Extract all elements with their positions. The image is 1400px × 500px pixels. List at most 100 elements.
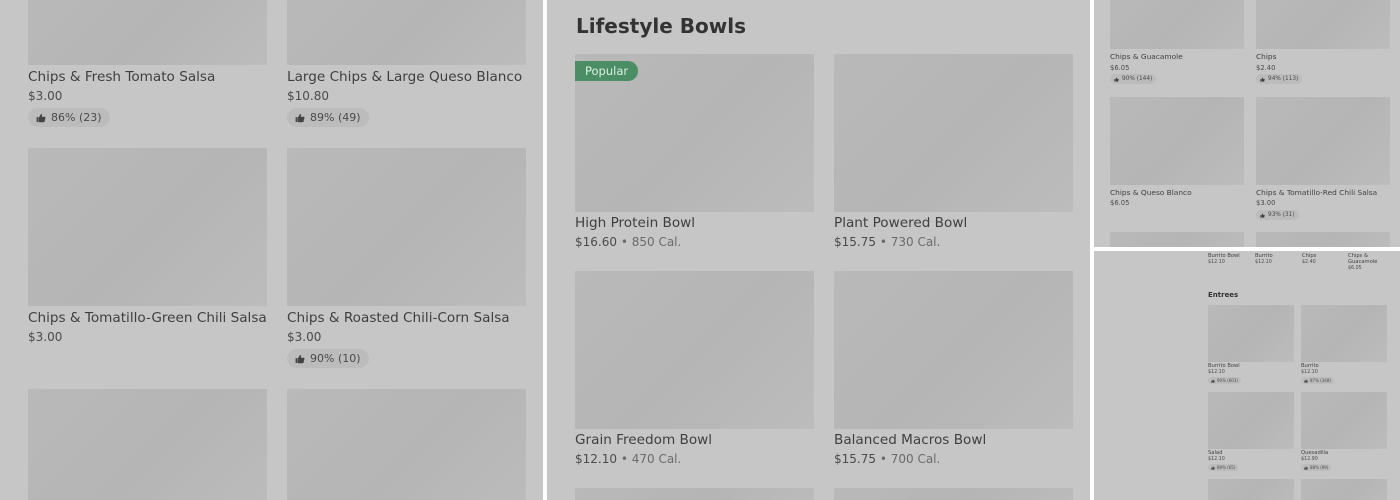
rating-text: 93% (31) [1268,212,1295,218]
menu-item-image[interactable] [834,271,1073,429]
menu-item-price: $12.10 [1208,260,1225,265]
rating-pill: 87% (348) [1301,377,1334,384]
rating-text: 90% (10) [310,352,361,365]
thumbs-up-icon [1304,465,1308,470]
menu-item-image[interactable] [1208,305,1294,362]
rating-pill: 89% (49) [287,108,369,127]
rating-pill: 90% (603) [1208,377,1241,384]
menu-item-image[interactable] [575,271,814,429]
menu-item-title[interactable]: Balanced Macros Bowl [834,432,986,448]
thumbs-up-icon [1260,77,1265,82]
rating-pill: 89% (65) [1208,464,1239,471]
menu-item-title[interactable]: Grain Freedom Bowl [575,432,712,448]
popular-badge: Popular [575,61,639,81]
menu-item-title[interactable]: Salad [1208,450,1222,456]
divider [1094,247,1400,251]
menu-item-image[interactable] [28,148,267,306]
menu-item-price: $3.00 [28,330,63,344]
rating-pill: 86% (23) [28,108,110,127]
rating-pill: 93% (31) [1256,210,1299,220]
menu-item-image[interactable] [1208,479,1294,500]
screenshot-collage: Chips & Fresh Tomato Salsa $3.00 86% (23… [0,0,1400,500]
menu-item-title[interactable]: Burrito [1255,253,1273,259]
menu-item-image[interactable] [28,0,267,65]
bottom-right-preview-panel: Burrito Bowl $12.10 Burrito $12.10 Chips… [1094,251,1400,500]
menu-item-price: $12.10 [1208,370,1225,375]
menu-item-title[interactable]: Chips [1302,253,1316,259]
price-calories-line: $12.10 • 470 Cal. [575,452,681,466]
rating-text: 94% (113) [1268,76,1299,82]
menu-item-title[interactable]: High Protein Bowl [575,215,695,231]
calories: 470 Cal. [631,452,682,466]
section-title: Lifestyle Bowls [576,14,746,38]
top-right-preview-panel: Chips & Guacamole $6.05 90% (144) Chips … [1094,0,1400,247]
menu-item-image[interactable] [1301,305,1387,362]
separator-dot: • [879,235,887,249]
section-title: Entrees [1208,291,1239,299]
menu-item-title[interactable]: Burrito Bowl [1208,363,1240,369]
rating-text: 89% (49) [310,111,361,124]
menu-item-price: $15.75 [834,235,876,249]
thumbs-up-icon [36,113,46,123]
menu-item-price: $12.10 [1301,370,1318,375]
menu-item-price: $2.40 [1256,64,1276,72]
lifestyle-bowls-panel: Lifestyle Bowls Popular High Protein Bow… [547,0,1090,500]
calories: 730 Cal. [890,235,941,249]
rating-text: 87% (348) [1310,378,1331,383]
menu-item-title[interactable]: Burrito Bowl [1208,253,1240,259]
rating-pill: 90% (10) [287,349,369,368]
menu-item-title[interactable]: Large Chips & Large Queso Blanco [287,69,522,85]
menu-item-title[interactable]: Burrito [1301,363,1319,369]
menu-item-price: $3.00 [287,330,322,344]
menu-item-price: $3.00 [1256,199,1276,207]
menu-item-image[interactable] [1256,232,1390,247]
menu-item-price: $12.10 [575,452,617,466]
menu-item-image[interactable] [287,0,526,65]
menu-item-image[interactable] [1110,232,1244,247]
rating-pill: 88% (99) [1301,464,1332,471]
menu-item-image[interactable] [1208,392,1294,449]
rating-text: 88% (99) [1310,465,1329,470]
menu-item-image[interactable]: Popular [575,54,814,212]
menu-item-image[interactable] [287,389,526,500]
menu-item-title[interactable]: Chips & Guacamole [1348,253,1382,265]
menu-item-title[interactable]: Chips & Tomatillo-Red Chili Salsa [1256,188,1377,197]
menu-item-image[interactable] [1256,0,1390,49]
price-calories-line: $15.75 • 700 Cal. [834,452,940,466]
left-menu-panel: Chips & Fresh Tomato Salsa $3.00 86% (23… [0,0,543,500]
menu-item-image[interactable] [1110,0,1244,49]
separator-dot: • [620,235,628,249]
menu-item-title[interactable]: Chips & Guacamole [1110,52,1183,61]
separator-dot: • [620,452,628,466]
menu-item-price: $16.60 [575,235,617,249]
menu-item-image[interactable] [1256,97,1390,185]
menu-item-title[interactable]: Chips & Tomatillo-Green Chili Salsa [28,310,267,326]
rating-text: 89% (65) [1217,465,1236,470]
menu-item-image[interactable] [1110,97,1244,185]
menu-item-title[interactable]: Chips & Queso Blanco [1110,188,1192,197]
rating-text: 90% (603) [1217,378,1238,383]
menu-item-image[interactable] [287,148,526,306]
menu-item-title[interactable]: Chips & Fresh Tomato Salsa [28,69,215,85]
calories: 700 Cal. [890,452,941,466]
menu-item-image[interactable] [28,389,267,500]
thumbs-up-icon [1114,77,1119,82]
menu-item-image[interactable] [834,54,1073,212]
menu-item-image[interactable] [1301,479,1387,500]
menu-item-title[interactable]: Chips [1256,52,1276,61]
price-calories-line: $15.75 • 730 Cal. [834,235,940,249]
menu-item-price: $3.00 [28,89,63,103]
menu-item-title[interactable]: Chips & Roasted Chili-Corn Salsa [287,310,510,326]
menu-item-price: $6.05 [1110,199,1130,207]
price-calories-line: $16.60 • 850 Cal. [575,235,681,249]
rating-pill: 94% (113) [1256,74,1303,84]
menu-item-image[interactable] [1301,392,1387,449]
menu-item-image[interactable] [834,488,1073,500]
menu-item-title[interactable]: Plant Powered Bowl [834,215,967,231]
menu-item-price: $6.05 [1110,64,1130,72]
thumbs-up-icon [1304,378,1308,383]
menu-item-price: $2.40 [1302,260,1316,265]
menu-item-title[interactable]: Quesadilla [1301,450,1328,456]
separator-dot: • [879,452,887,466]
menu-item-image[interactable] [575,488,814,500]
